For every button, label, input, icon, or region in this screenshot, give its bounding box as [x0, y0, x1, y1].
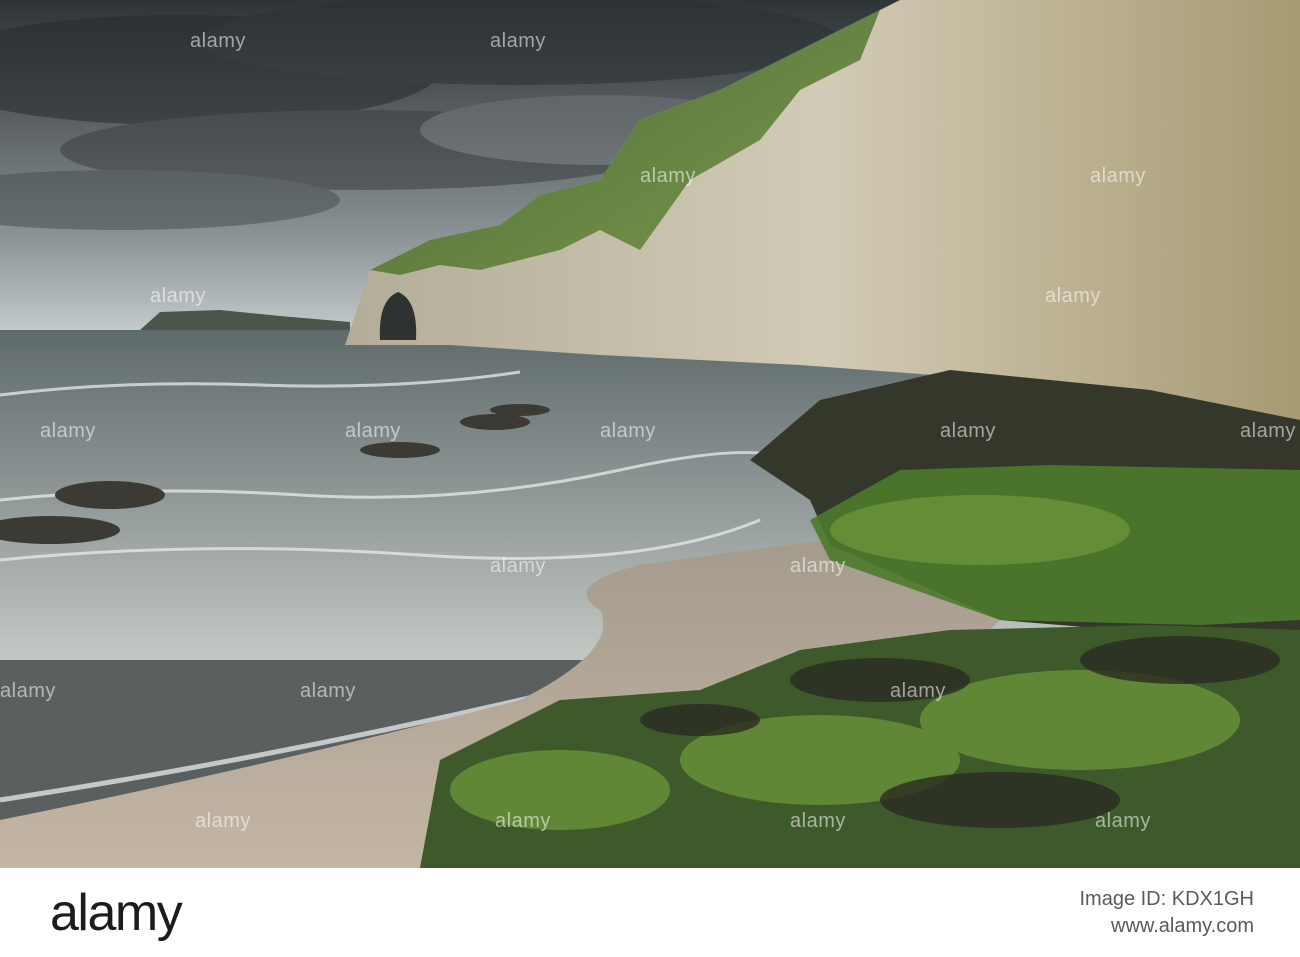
stock-photo: alamy alamy alamy alamy alamy alamy alam… [0, 0, 1300, 868]
footer-bar: alamy Image ID: KDX1GH www.alamy.com [0, 868, 1300, 957]
site-url[interactable]: www.alamy.com [1079, 913, 1254, 940]
coastal-scene [0, 0, 1300, 868]
image-info: Image ID: KDX1GH www.alamy.com [1079, 886, 1254, 940]
alamy-logo[interactable]: alamy [50, 887, 183, 939]
image-id: Image ID: KDX1GH [1079, 887, 1254, 910]
